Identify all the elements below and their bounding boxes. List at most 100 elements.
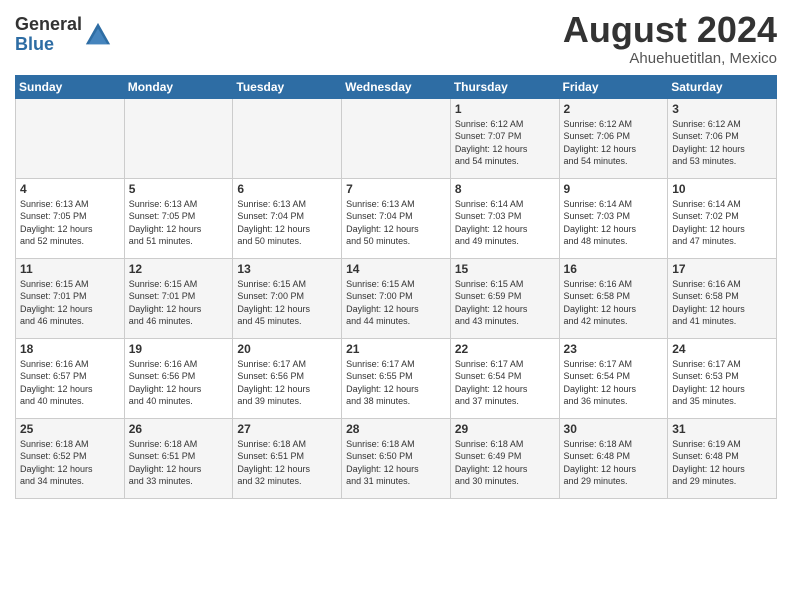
day-cell: 19 Sunrise: 6:16 AM Sunset: 6:56 PM Dayli… <box>124 338 233 418</box>
week-row-3: 18 Sunrise: 6:16 AM Sunset: 6:57 PM Dayli… <box>16 338 777 418</box>
col-sunday: Sunday <box>16 75 125 98</box>
day-info: Sunrise: 6:17 AM Sunset: 6:54 PM Dayligh… <box>564 358 664 408</box>
day-info: Sunrise: 6:12 AM Sunset: 7:06 PM Dayligh… <box>672 118 772 168</box>
week-row-1: 4Sunrise: 6:13 AM Sunset: 7:05 PM Daylig… <box>16 178 777 258</box>
day-cell: 18 Sunrise: 6:16 AM Sunset: 6:57 PM Dayli… <box>16 338 125 418</box>
day-number: 23 <box>564 342 664 356</box>
day-cell: 5 Sunrise: 6:13 AM Sunset: 7:05 PM Daylig… <box>124 178 233 258</box>
day-info: Sunrise: 6:18 AM Sunset: 6:49 PM Dayligh… <box>455 438 555 488</box>
calendar-body: 1Sunrise: 6:12 AM Sunset: 7:07 PM Daylig… <box>16 98 777 498</box>
day-info: Sunrise: 6:16 AM Sunset: 6:58 PM Dayligh… <box>672 278 772 328</box>
day-cell: 20 Sunrise: 6:17 AM Sunset: 6:56 PM Dayli… <box>233 338 342 418</box>
day-number: 6 <box>237 182 337 196</box>
calendar-table: Sunday Monday Tuesday Wednesday Thursday… <box>15 75 777 499</box>
col-saturday: Saturday <box>668 75 777 98</box>
day-info: Sunrise: 6:17 AM Sunset: 6:54 PM Dayligh… <box>455 358 555 408</box>
day-cell: 13 Sunrise: 6:15 AM Sunset: 7:00 PM Dayli… <box>233 258 342 338</box>
day-cell: 6Sunrise: 6:13 AM Sunset: 7:04 PM Daylig… <box>233 178 342 258</box>
day-info: Sunrise: 6:12 AM Sunset: 7:07 PM Dayligh… <box>455 118 555 168</box>
day-info: Sunrise: 6:17 AM Sunset: 6:55 PM Dayligh… <box>346 358 446 408</box>
day-cell: 10 Sunrise: 6:14 AM Sunset: 7:02 PM Dayli… <box>668 178 777 258</box>
day-cell: 31 Sunrise: 6:19 AM Sunset: 6:48 PM Dayli… <box>668 418 777 498</box>
day-cell: 2 Sunrise: 6:12 AM Sunset: 7:06 PM Daylig… <box>559 98 668 178</box>
day-number: 7 <box>346 182 446 196</box>
day-number: 13 <box>237 262 337 276</box>
logo-blue: Blue <box>15 35 82 55</box>
col-friday: Friday <box>559 75 668 98</box>
calendar-header: Sunday Monday Tuesday Wednesday Thursday… <box>16 75 777 98</box>
day-info: Sunrise: 6:18 AM Sunset: 6:51 PM Dayligh… <box>237 438 337 488</box>
day-cell: 11 Sunrise: 6:15 AM Sunset: 7:01 PM Dayli… <box>16 258 125 338</box>
day-cell: 28Sunrise: 6:18 AM Sunset: 6:50 PM Dayli… <box>342 418 451 498</box>
day-cell: 16Sunrise: 6:16 AM Sunset: 6:58 PM Dayli… <box>559 258 668 338</box>
day-cell: 23 Sunrise: 6:17 AM Sunset: 6:54 PM Dayli… <box>559 338 668 418</box>
day-info: Sunrise: 6:16 AM Sunset: 6:56 PM Dayligh… <box>129 358 229 408</box>
week-row-4: 25Sunrise: 6:18 AM Sunset: 6:52 PM Dayli… <box>16 418 777 498</box>
day-cell: 21 Sunrise: 6:17 AM Sunset: 6:55 PM Dayli… <box>342 338 451 418</box>
logo-general: General <box>15 15 82 35</box>
day-number: 31 <box>672 422 772 436</box>
header-row: Sunday Monday Tuesday Wednesday Thursday… <box>16 75 777 98</box>
day-info: Sunrise: 6:19 AM Sunset: 6:48 PM Dayligh… <box>672 438 772 488</box>
day-info: Sunrise: 6:15 AM Sunset: 7:00 PM Dayligh… <box>237 278 337 328</box>
day-info: Sunrise: 6:13 AM Sunset: 7:05 PM Dayligh… <box>20 198 120 248</box>
day-cell: 29 Sunrise: 6:18 AM Sunset: 6:49 PM Dayli… <box>450 418 559 498</box>
day-cell: 1Sunrise: 6:12 AM Sunset: 7:07 PM Daylig… <box>450 98 559 178</box>
day-number: 21 <box>346 342 446 356</box>
day-info: Sunrise: 6:13 AM Sunset: 7:04 PM Dayligh… <box>346 198 446 248</box>
day-number: 2 <box>564 102 664 116</box>
week-row-0: 1Sunrise: 6:12 AM Sunset: 7:07 PM Daylig… <box>16 98 777 178</box>
logo-icon <box>84 21 112 49</box>
day-number: 5 <box>129 182 229 196</box>
day-cell <box>16 98 125 178</box>
day-number: 12 <box>129 262 229 276</box>
day-number: 30 <box>564 422 664 436</box>
day-cell: 9Sunrise: 6:14 AM Sunset: 7:03 PM Daylig… <box>559 178 668 258</box>
day-cell: 30Sunrise: 6:18 AM Sunset: 6:48 PM Dayli… <box>559 418 668 498</box>
day-number: 26 <box>129 422 229 436</box>
day-cell <box>233 98 342 178</box>
col-thursday: Thursday <box>450 75 559 98</box>
day-info: Sunrise: 6:12 AM Sunset: 7:06 PM Dayligh… <box>564 118 664 168</box>
day-info: Sunrise: 6:16 AM Sunset: 6:58 PM Dayligh… <box>564 278 664 328</box>
day-number: 20 <box>237 342 337 356</box>
day-cell: 15 Sunrise: 6:15 AM Sunset: 6:59 PM Dayli… <box>450 258 559 338</box>
day-number: 29 <box>455 422 555 436</box>
day-cell: 22Sunrise: 6:17 AM Sunset: 6:54 PM Dayli… <box>450 338 559 418</box>
logo-text: General Blue <box>15 15 82 55</box>
day-cell: 27 Sunrise: 6:18 AM Sunset: 6:51 PM Dayli… <box>233 418 342 498</box>
day-cell: 24Sunrise: 6:17 AM Sunset: 6:53 PM Dayli… <box>668 338 777 418</box>
day-number: 9 <box>564 182 664 196</box>
day-number: 19 <box>129 342 229 356</box>
day-info: Sunrise: 6:15 AM Sunset: 7:01 PM Dayligh… <box>129 278 229 328</box>
location-subtitle: Ahuehuetitlan, Mexico <box>563 50 777 67</box>
day-number: 28 <box>346 422 446 436</box>
day-number: 25 <box>20 422 120 436</box>
day-number: 10 <box>672 182 772 196</box>
day-info: Sunrise: 6:15 AM Sunset: 7:01 PM Dayligh… <box>20 278 120 328</box>
day-number: 3 <box>672 102 772 116</box>
day-info: Sunrise: 6:18 AM Sunset: 6:51 PM Dayligh… <box>129 438 229 488</box>
day-cell: 12 Sunrise: 6:15 AM Sunset: 7:01 PM Dayli… <box>124 258 233 338</box>
month-year-title: August 2024 <box>563 10 777 50</box>
week-row-2: 11 Sunrise: 6:15 AM Sunset: 7:01 PM Dayli… <box>16 258 777 338</box>
day-cell: 14Sunrise: 6:15 AM Sunset: 7:00 PM Dayli… <box>342 258 451 338</box>
day-cell: 26 Sunrise: 6:18 AM Sunset: 6:51 PM Dayli… <box>124 418 233 498</box>
day-number: 15 <box>455 262 555 276</box>
col-monday: Monday <box>124 75 233 98</box>
day-info: Sunrise: 6:14 AM Sunset: 7:02 PM Dayligh… <box>672 198 772 248</box>
day-cell: 25Sunrise: 6:18 AM Sunset: 6:52 PM Dayli… <box>16 418 125 498</box>
day-info: Sunrise: 6:15 AM Sunset: 6:59 PM Dayligh… <box>455 278 555 328</box>
day-cell: 3 Sunrise: 6:12 AM Sunset: 7:06 PM Daylig… <box>668 98 777 178</box>
calendar-container: General Blue August 2024 Ahuehuetitlan, … <box>0 0 792 504</box>
day-number: 27 <box>237 422 337 436</box>
day-info: Sunrise: 6:16 AM Sunset: 6:57 PM Dayligh… <box>20 358 120 408</box>
day-cell: 4Sunrise: 6:13 AM Sunset: 7:05 PM Daylig… <box>16 178 125 258</box>
day-number: 17 <box>672 262 772 276</box>
day-info: Sunrise: 6:13 AM Sunset: 7:05 PM Dayligh… <box>129 198 229 248</box>
day-info: Sunrise: 6:15 AM Sunset: 7:00 PM Dayligh… <box>346 278 446 328</box>
day-cell <box>124 98 233 178</box>
day-info: Sunrise: 6:17 AM Sunset: 6:56 PM Dayligh… <box>237 358 337 408</box>
day-number: 18 <box>20 342 120 356</box>
day-number: 11 <box>20 262 120 276</box>
